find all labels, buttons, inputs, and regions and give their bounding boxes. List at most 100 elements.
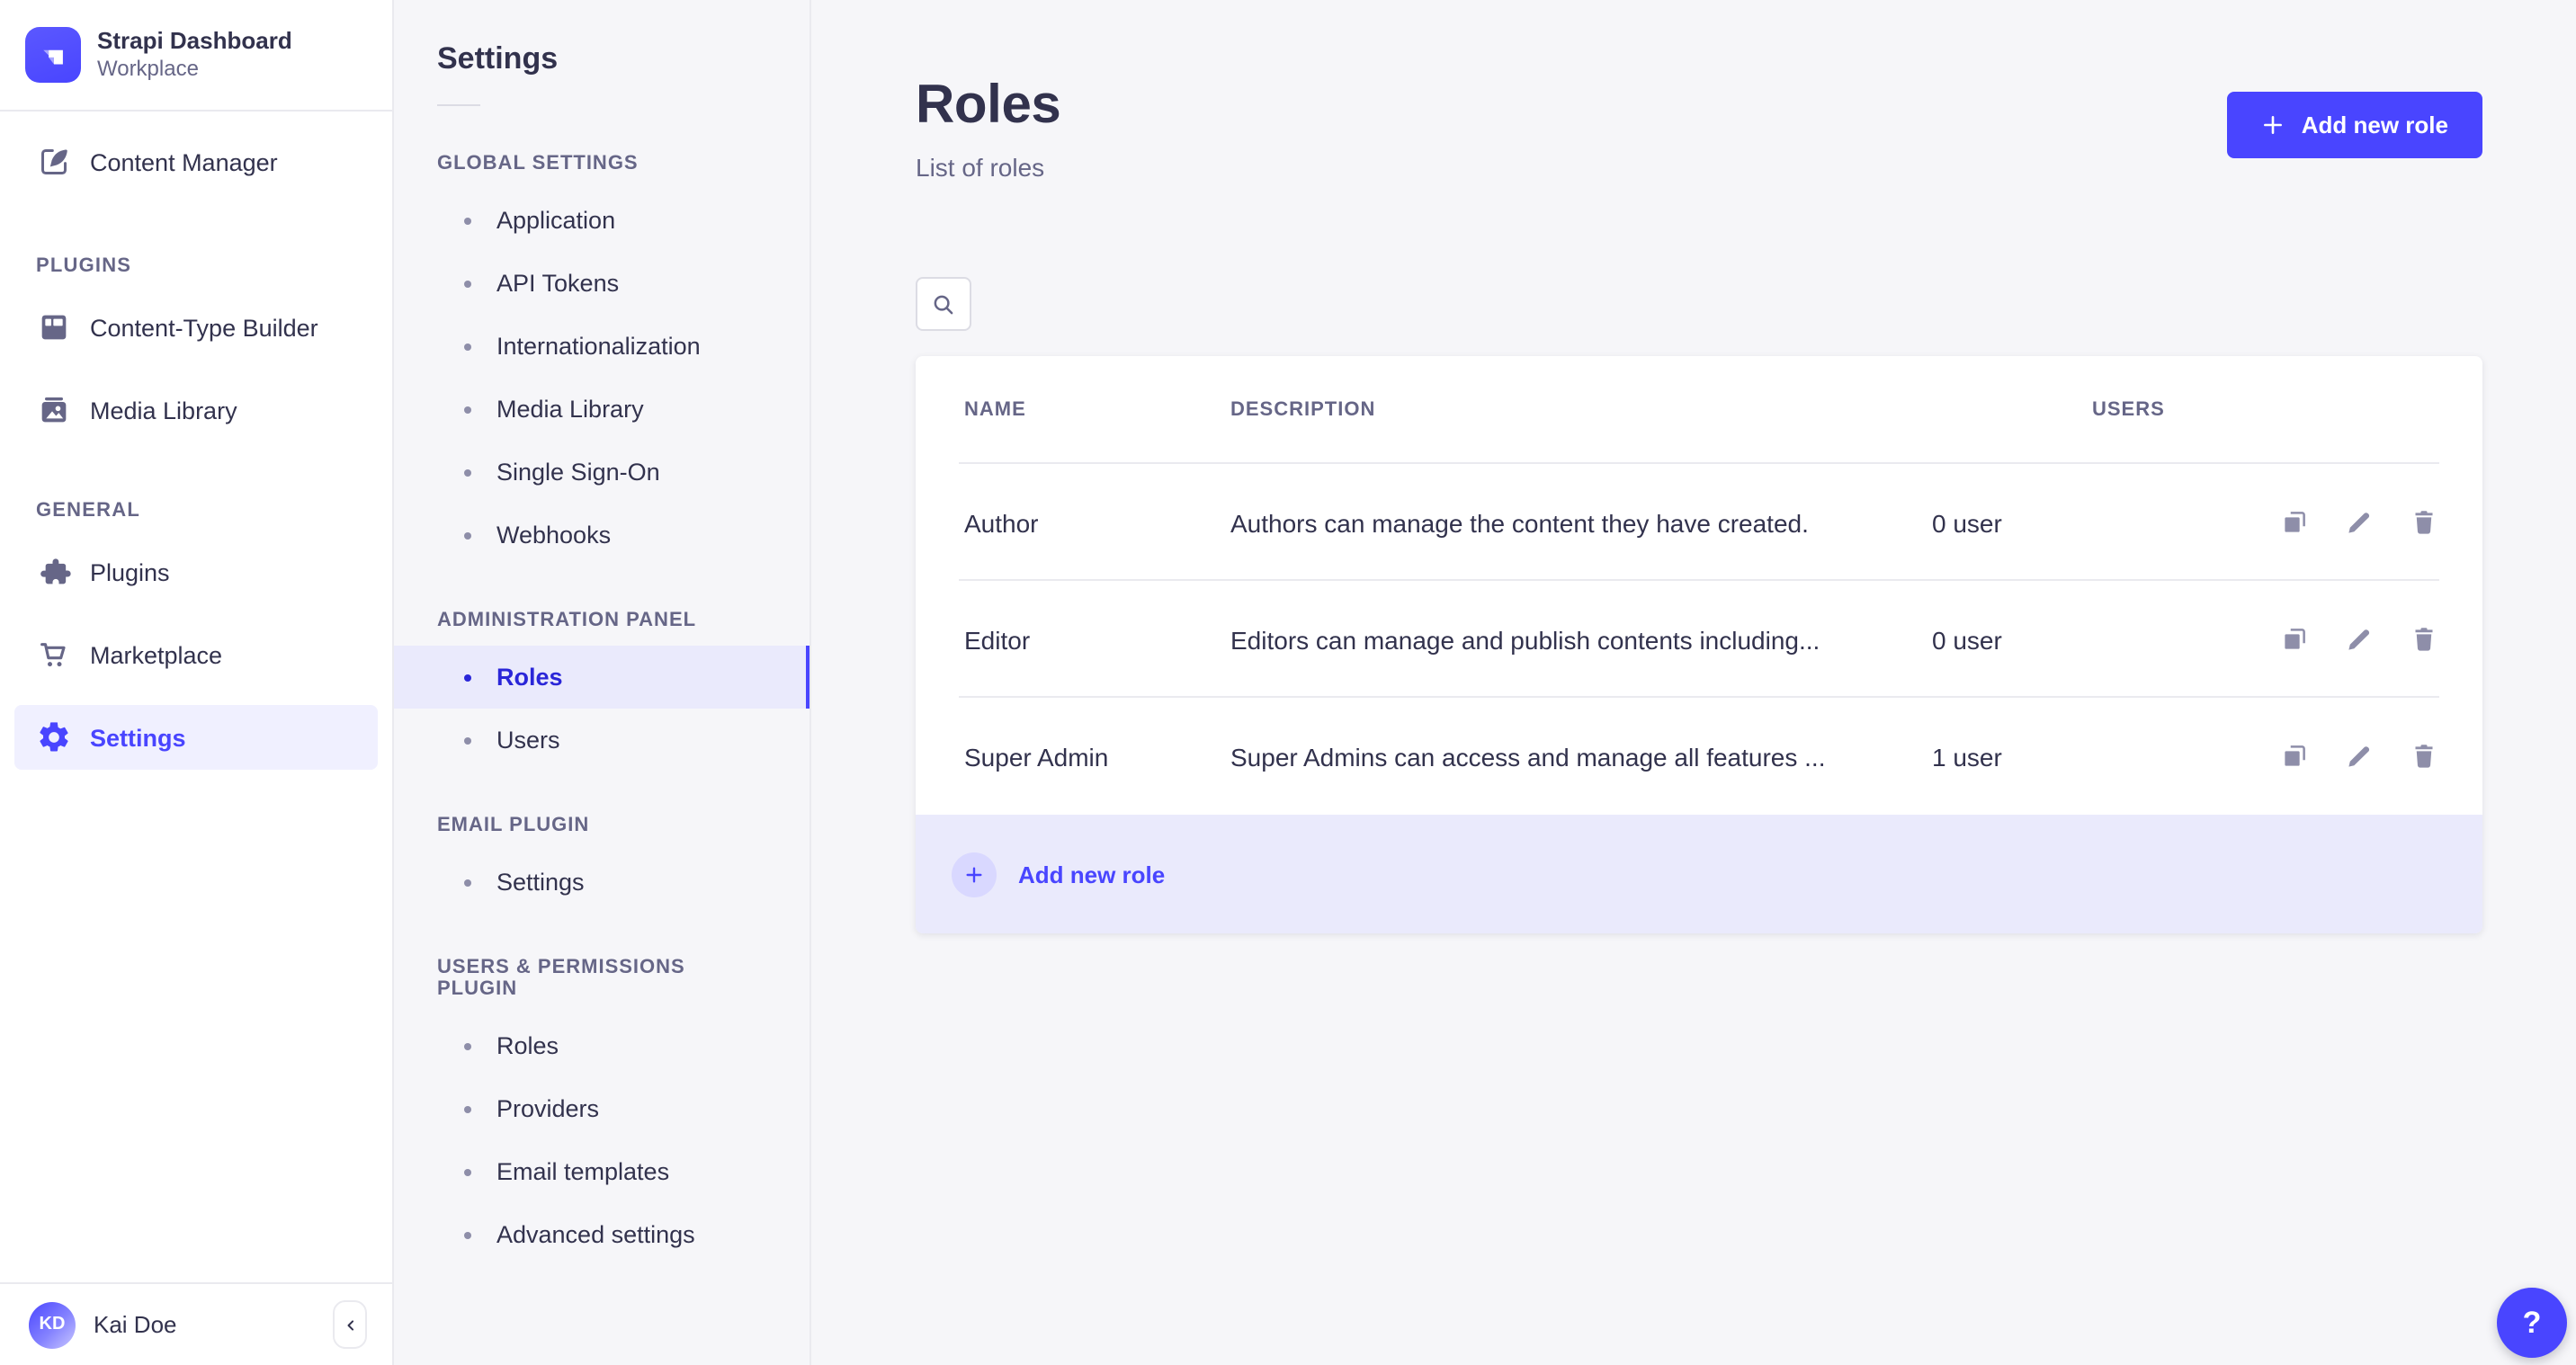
role-users-count: 0 user <box>1932 625 2002 654</box>
subnav-item-label: API Tokens <box>496 270 620 297</box>
roles-page: Roles List of roles Add new role NAME DE… <box>811 0 2576 1365</box>
page-header: Roles List of roles Add new role <box>916 0 2482 182</box>
sidebar-item-settings[interactable]: Settings <box>14 705 378 771</box>
subnav-item-email-settings[interactable]: Settings <box>394 851 809 914</box>
subnav-item-webhooks[interactable]: Webhooks <box>394 504 809 567</box>
table-header-row: NAME DESCRIPTION USERS <box>916 356 2482 464</box>
role-description: Editors can manage and publish contents … <box>1230 625 1820 654</box>
trash-icon <box>2415 511 2433 534</box>
table-row-editor[interactable]: Editor Editors can manage and publish co… <box>916 581 2482 698</box>
bullet-icon <box>464 1231 471 1238</box>
subnav-section-global-settings: GLOBAL SETTINGS <box>437 153 639 174</box>
sidebar-item-label: Plugins <box>90 558 170 586</box>
role-name: Editor <box>964 625 1031 654</box>
sidebar-item-marketplace[interactable]: Marketplace <box>14 623 378 688</box>
subnav-item-media-library[interactable]: Media Library <box>394 378 809 441</box>
pencil-icon <box>2348 513 2370 533</box>
role-users-count: 1 user <box>1932 742 2002 771</box>
strapi-logo-icon <box>25 27 81 84</box>
subnav-section-administration-panel: ADMINISTRATION PANEL <box>437 610 697 631</box>
subnav-item-advanced-settings[interactable]: Advanced settings <box>394 1203 809 1266</box>
subnav-item-label: Roles <box>496 1032 559 1059</box>
subnav-item-label: Users <box>496 727 560 754</box>
subnav-item-providers[interactable]: Providers <box>394 1077 809 1140</box>
duplicate-role-button[interactable] <box>2279 507 2310 538</box>
add-new-role-button[interactable]: Add new role <box>2227 92 2482 158</box>
collapse-sidebar-button[interactable] <box>333 1300 367 1349</box>
duplicate-role-button[interactable] <box>2279 741 2310 772</box>
delete-role-button[interactable] <box>2409 507 2439 538</box>
search-button[interactable] <box>916 277 971 331</box>
sidebar-item-label: Content-Type Builder <box>90 314 318 342</box>
subnav-section-users-permissions-plugin: USERS & PERMISSIONS PLUGIN <box>437 957 685 1000</box>
chevron-left-icon <box>346 1319 353 1330</box>
subnav-item-label: Application <box>496 207 616 234</box>
sidebar-item-content-type-builder[interactable]: Content-Type Builder <box>14 296 378 361</box>
subnav-item-roles-up[interactable]: Roles <box>394 1014 809 1077</box>
table-row-super-admin[interactable]: Super Admin Super Admins can access and … <box>916 698 2482 815</box>
sidebar-section-general: GENERAL <box>36 500 140 522</box>
duplicate-icon <box>2285 629 2305 649</box>
subnav-item-label: Single Sign-On <box>496 459 660 486</box>
column-header-name: NAME <box>964 399 1026 421</box>
sidebar-item-label: Settings <box>90 724 186 752</box>
duplicate-icon <box>2285 512 2305 532</box>
subnav-item-roles-admin[interactable]: Roles <box>394 646 809 709</box>
role-description: Authors can manage the content they have… <box>1230 508 1809 537</box>
duplicate-role-button[interactable] <box>2279 624 2310 655</box>
main-sidebar: Strapi Dashboard Workplace Content Manag… <box>0 0 394 1365</box>
workspace-brand[interactable]: Strapi Dashboard Workplace <box>0 0 392 112</box>
media-library-icon <box>41 397 67 423</box>
pencil-icon <box>2348 746 2370 767</box>
page-title: Roles <box>916 76 1061 135</box>
settings-gear-icon <box>40 722 68 752</box>
delete-role-button[interactable] <box>2409 624 2439 655</box>
bullet-icon <box>464 280 471 287</box>
subnav-item-single-sign-on[interactable]: Single Sign-On <box>394 441 809 504</box>
subnav-title: Settings <box>437 41 559 76</box>
strapi-admin-app: Strapi Dashboard Workplace Content Manag… <box>0 0 2576 1365</box>
subnav-divider <box>437 104 480 106</box>
table-footer-add-new-role[interactable]: Add new role <box>916 815 2482 933</box>
help-button[interactable]: ? <box>2497 1288 2567 1358</box>
page-subtitle: List of roles <box>916 153 1045 182</box>
bullet-icon <box>464 1042 471 1049</box>
subnav-item-label: Settings <box>496 869 585 896</box>
plus-icon <box>2264 116 2283 134</box>
sidebar-item-plugins[interactable]: Plugins <box>14 540 378 605</box>
content-type-builder-icon <box>41 316 67 340</box>
delete-role-button[interactable] <box>2409 741 2439 772</box>
column-header-description: DESCRIPTION <box>1230 399 1376 421</box>
table-toolbar <box>916 277 2482 331</box>
user-avatar[interactable]: KD <box>29 1301 76 1348</box>
bullet-icon <box>464 406 471 413</box>
edit-role-button[interactable] <box>2344 624 2375 655</box>
sidebar-item-label: Marketplace <box>90 641 223 669</box>
bullet-icon <box>464 1168 471 1175</box>
table-row-author[interactable]: Author Authors can manage the content th… <box>916 464 2482 581</box>
sidebar-item-label: Content Manager <box>90 148 278 176</box>
bullet-icon <box>464 531 471 539</box>
main-nav: Content Manager PLUGINS Content-Type Bui… <box>0 112 392 1283</box>
sidebar-section-plugins: PLUGINS <box>36 255 132 278</box>
subnav-item-email-templates[interactable]: Email templates <box>394 1140 809 1203</box>
sidebar-item-content-manager[interactable]: Content Manager <box>14 130 378 195</box>
subnav-item-users[interactable]: Users <box>394 709 809 772</box>
search-icon <box>934 294 953 314</box>
role-name: Super Admin <box>964 742 1109 771</box>
bullet-icon <box>464 674 471 681</box>
edit-role-button[interactable] <box>2344 741 2375 772</box>
role-description: Super Admins can access and manage all f… <box>1230 742 1826 771</box>
subnav-item-api-tokens[interactable]: API Tokens <box>394 252 809 315</box>
subnav-item-internationalization[interactable]: Internationalization <box>394 315 809 378</box>
role-name: Author <box>964 508 1039 537</box>
duplicate-icon <box>2285 745 2305 766</box>
subnav-item-label: Roles <box>496 664 563 691</box>
bullet-icon <box>464 1105 471 1112</box>
sidebar-item-media-library[interactable]: Media Library <box>14 379 378 443</box>
content-manager-icon <box>41 149 67 175</box>
pencil-icon <box>2348 629 2370 650</box>
subnav-item-application[interactable]: Application <box>394 189 809 252</box>
subnav-item-label: Advanced settings <box>496 1221 695 1248</box>
edit-role-button[interactable] <box>2344 507 2375 538</box>
